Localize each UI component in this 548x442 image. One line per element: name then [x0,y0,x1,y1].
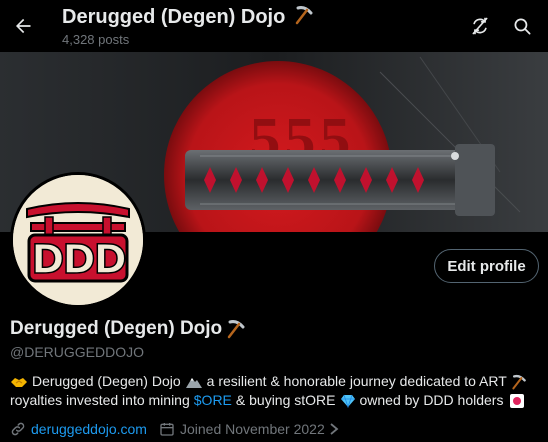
edit-profile-button[interactable]: Edit profile [434,249,539,283]
search-button[interactable] [505,9,539,43]
dojo-logo: DDD [13,175,143,305]
profile-bio: Derugged (Degen) Dojo a resilient & hono… [10,372,544,410]
ore-cashtag-link[interactable]: $ORE [194,391,232,410]
logo-text: DDD [31,237,125,283]
bio-name: Derugged (Degen) Dojo [32,373,181,389]
display-name-text: Derugged (Degen) Dojo [10,318,223,339]
bio-line-2: royalties invested into mining $ORE & bu… [10,391,544,410]
mountain-icon [185,377,202,388]
bio-line-1: Derugged (Degen) Dojo a resilient & hono… [10,372,544,391]
back-button[interactable] [6,9,40,43]
sync-off-icon [472,17,488,35]
bio-buying: & buying stORE [235,392,336,408]
page-title-text: Derugged (Degen) Dojo [62,6,286,28]
handshake-icon [11,377,27,387]
profile-meta: deruggeddojo.com Joined November 2022 [10,421,340,437]
gem-icon [340,394,355,408]
top-bar: Derugged (Degen) Dojo 4,328 posts [0,0,548,52]
sync-button[interactable] [463,9,497,43]
sticker-icon [510,393,525,408]
katana-handle [185,150,475,210]
back-arrow-icon [16,18,31,34]
website-link[interactable]: deruggeddojo.com [31,421,147,437]
calendar-icon [160,423,174,436]
pickaxe-icon [295,6,313,25]
page-title: Derugged (Degen) Dojo [62,5,314,29]
pickaxe-icon [227,320,245,339]
posts-count: 4,328 posts [62,32,130,47]
pickaxe-icon [512,374,526,389]
bio-owned: owned by DDD holders [359,392,504,408]
bio-royalties: royalties invested into mining [10,392,190,408]
joined-date: Joined November 2022 [179,421,325,437]
avatar[interactable]: DDD [10,172,146,308]
search-icon [514,18,530,34]
display-name: Derugged (Degen) Dojo [10,318,246,340]
user-handle: @DERUGGEDDOJO [10,344,144,360]
chevron-right-icon[interactable] [328,422,340,436]
bio-description: a resilient & honorable journey dedicate… [206,373,507,389]
link-icon [11,422,25,436]
